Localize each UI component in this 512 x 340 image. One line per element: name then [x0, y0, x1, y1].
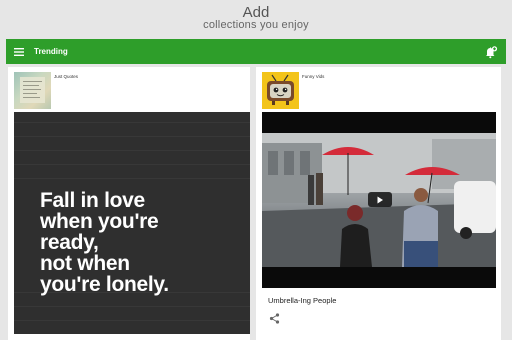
quote-image[interactable]: Fall in love when you're ready, not when…	[14, 112, 250, 334]
tv-mascot-thumbnail	[262, 72, 299, 109]
source-name[interactable]: Just Quotes	[54, 74, 78, 79]
hamburger-menu-icon[interactable]	[6, 39, 32, 64]
add-alert-icon[interactable]	[484, 45, 498, 59]
source-name[interactable]: Funny Vids	[302, 74, 324, 79]
play-button[interactable]	[368, 192, 392, 207]
page-subtitle: collections you enjoy	[203, 19, 309, 31]
quote-card[interactable]: Just Quotes Fall in love when you're rea…	[8, 67, 250, 340]
video-player[interactable]	[262, 112, 496, 288]
video-card[interactable]: Funny Vids Umbrella-Ing People	[256, 67, 501, 340]
quote-text: Fall in love when you're ready, not when…	[40, 189, 169, 296]
quotes-thumbnail	[14, 72, 51, 109]
appbar-title: Trending	[34, 47, 68, 56]
trending-bar: Trending	[6, 39, 506, 64]
share-icon[interactable]	[269, 313, 280, 324]
video-title[interactable]: Umbrella-Ing People	[268, 296, 336, 305]
